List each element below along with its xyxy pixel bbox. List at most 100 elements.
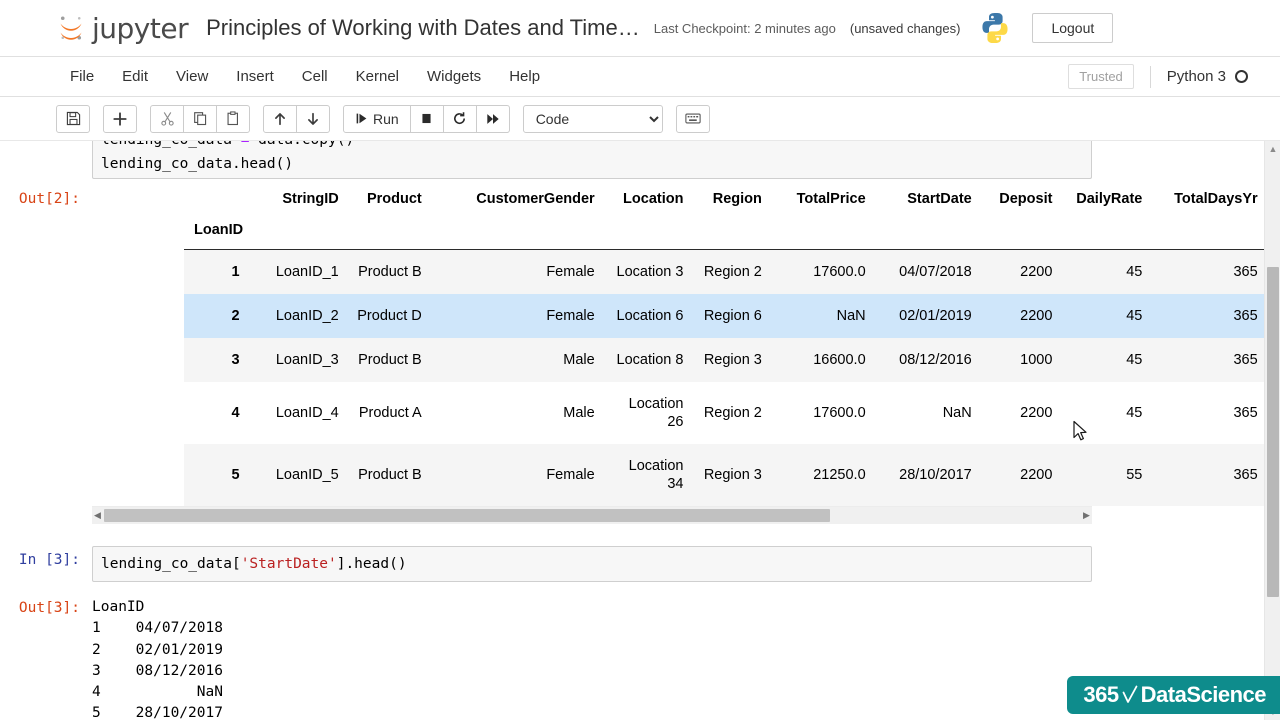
toolbar-group-keyboard: [675, 104, 710, 133]
cell-startdate: NaN: [874, 382, 981, 444]
kernel-name-label: Python 3: [1166, 68, 1226, 85]
cell-dailyrate: 45: [1061, 249, 1152, 294]
logout-button[interactable]: Logout: [1032, 13, 1114, 43]
code-cell-3-editor[interactable]: lending_co_data['StartDate'].head(): [92, 546, 1092, 582]
run-cell-button[interactable]: Run: [343, 104, 411, 133]
row-index: 5: [184, 444, 249, 506]
menu-help[interactable]: Help: [495, 57, 554, 96]
table-row[interactable]: 1 LoanID_1 Product B Female Location 3 R…: [184, 249, 1264, 294]
cut-cell-button[interactable]: [150, 104, 184, 133]
out-prompt-2: Out[2]:: [18, 191, 80, 207]
code-cell-2-editor[interactable]: lending_co_data = data.copy() lending_co…: [92, 141, 1092, 179]
move-cell-down-button[interactable]: [296, 104, 330, 133]
python-logo-icon: [982, 13, 1008, 43]
cell-type-select[interactable]: Code Markdown Raw NBConvert Heading: [522, 104, 663, 133]
save-button[interactable]: [56, 104, 90, 133]
cell-totalprice: NaN: [770, 294, 875, 338]
header-left-spacer: [0, 28, 56, 29]
interrupt-kernel-button[interactable]: [409, 104, 444, 133]
cell-dailyrate: 45: [1061, 382, 1152, 444]
idxrow-pad-10: [1151, 218, 1264, 250]
cell-totalprice: 17600.0: [770, 382, 875, 444]
scroll-up-arrow-icon[interactable]: ▲: [1265, 141, 1280, 157]
cell-dailyrate: 45: [1061, 294, 1152, 338]
keyboard-icon: [685, 113, 701, 124]
dataframe-container[interactable]: StringID Product CustomerGender Location…: [184, 185, 1264, 506]
move-cell-up-button[interactable]: [263, 104, 297, 133]
cell-region: Region 3: [692, 444, 771, 506]
menu-edit[interactable]: Edit: [108, 57, 162, 96]
restart-kernel-button[interactable]: [442, 104, 477, 133]
col-header-stringid: StringID: [282, 191, 339, 207]
hscroll-right-arrow-icon[interactable]: ▶: [1081, 510, 1092, 521]
toolbar-buttons: Run Code: [56, 104, 723, 133]
idxrow-pad-5: [692, 218, 771, 250]
code3-string-literal: 'StartDate': [240, 556, 337, 572]
menubar-divider: [1149, 65, 1151, 88]
jupyter-logo-link[interactable]: jupyter: [56, 12, 189, 45]
cell-customergender: Male: [430, 382, 604, 444]
output-3-row: Out[3]: LoanID 1 04/07/2018 2 02/01/2019…: [0, 594, 1200, 720]
menu-cell[interactable]: Cell: [288, 57, 342, 96]
cell-customergender: Female: [430, 444, 604, 506]
command-palette-button[interactable]: [675, 104, 710, 133]
menubar-status-group: Trusted Python 3: [1068, 57, 1248, 96]
col-header-product: Product: [366, 191, 422, 207]
notebook-scroll-area[interactable]: lending_co_data = data.copy() lending_co…: [0, 141, 1264, 720]
idxrow-pad-4: [603, 218, 693, 250]
menu-file[interactable]: File: [56, 57, 108, 96]
dataframe-horizontal-scrollbar[interactable]: ◀ ▶: [92, 506, 1092, 524]
table-row[interactable]: 2 LoanID_2 Product D Female Location 6 R…: [184, 294, 1264, 338]
idxrow-pad-6: [770, 218, 875, 250]
arrow-down-icon: [308, 112, 318, 125]
col-header-dailyrate: DailyRate: [1076, 191, 1143, 207]
row-index: 4: [184, 382, 249, 444]
cell-deposit: 1000: [980, 338, 1062, 382]
vscroll-thumb[interactable]: [1267, 267, 1279, 597]
kernel-idle-circle-icon[interactable]: [1235, 70, 1248, 83]
dataframe-body: 1 LoanID_1 Product B Female Location 3 R…: [184, 249, 1264, 506]
table-row[interactable]: 4 LoanID_4 Product A Male Location 26 Re…: [184, 382, 1264, 444]
cell-startdate: 02/01/2019: [874, 294, 981, 338]
menu-view[interactable]: View: [162, 57, 222, 96]
run-button-label: Run: [373, 110, 399, 127]
cell-stringid: LoanID_2: [248, 294, 348, 338]
dataframe-column-header-row: StringID Product CustomerGender Location…: [184, 185, 1264, 218]
hscroll-thumb[interactable]: [104, 509, 830, 522]
page-vertical-scrollbar[interactable]: ▲ ▼: [1264, 141, 1280, 720]
cell-stringid: LoanID_1: [248, 249, 348, 294]
code-cell-3-row: In [3]: lending_co_data['StartDate'].hea…: [0, 546, 1200, 582]
index-name-loanid: LoanID: [184, 218, 249, 250]
menu-insert[interactable]: Insert: [222, 57, 288, 96]
cell-product: Product A: [347, 382, 431, 444]
menu-kernel[interactable]: Kernel: [342, 57, 413, 96]
insert-cell-below-button[interactable]: [103, 104, 137, 133]
notebook-header: jupyter Principles of Working with Dates…: [0, 0, 1280, 57]
code-cell-3[interactable]: In [3]: lending_co_data['StartDate'].hea…: [0, 546, 1264, 582]
idxrow-pad-8: [980, 218, 1062, 250]
watermark-365datascience: 365 DataScience: [1067, 676, 1280, 714]
cell-region: Region 3: [692, 338, 771, 382]
cell-product: Product B: [347, 249, 431, 294]
cell-region: Region 2: [692, 249, 771, 294]
paste-cell-button[interactable]: [216, 104, 250, 133]
trusted-badge[interactable]: Trusted: [1068, 64, 1134, 89]
menu-widgets[interactable]: Widgets: [413, 57, 495, 96]
table-row[interactable]: 3 LoanID_3 Product B Male Location 8 Reg…: [184, 338, 1264, 382]
table-row[interactable]: 5 LoanID_5 Product B Female Location 34 …: [184, 444, 1264, 506]
restart-run-all-button[interactable]: [475, 104, 510, 133]
output-3-text: LoanID 1 04/07/2018 2 02/01/2019 3 08/12…: [92, 599, 223, 720]
row-index: 3: [184, 338, 249, 382]
menu-bar: File Edit View Insert Cell Kernel Widget…: [0, 57, 1280, 97]
code-text-a: lending_co_data: [101, 141, 241, 148]
idxrow-pad-7: [874, 218, 981, 250]
copy-cell-button[interactable]: [183, 104, 217, 133]
cell-stringid: LoanID_4: [248, 382, 348, 444]
code-cell-2[interactable]: lending_co_data = data.copy() lending_co…: [0, 141, 1200, 179]
hscroll-left-arrow-icon[interactable]: ◀: [92, 510, 103, 521]
corner-cell: [184, 185, 249, 218]
notebook-title[interactable]: Principles of Working with Dates and Tim…: [206, 15, 640, 41]
cell-deposit: 2200: [980, 382, 1062, 444]
toolbar-group-move: [263, 104, 330, 133]
cell-startdate: 28/10/2017: [874, 444, 981, 506]
